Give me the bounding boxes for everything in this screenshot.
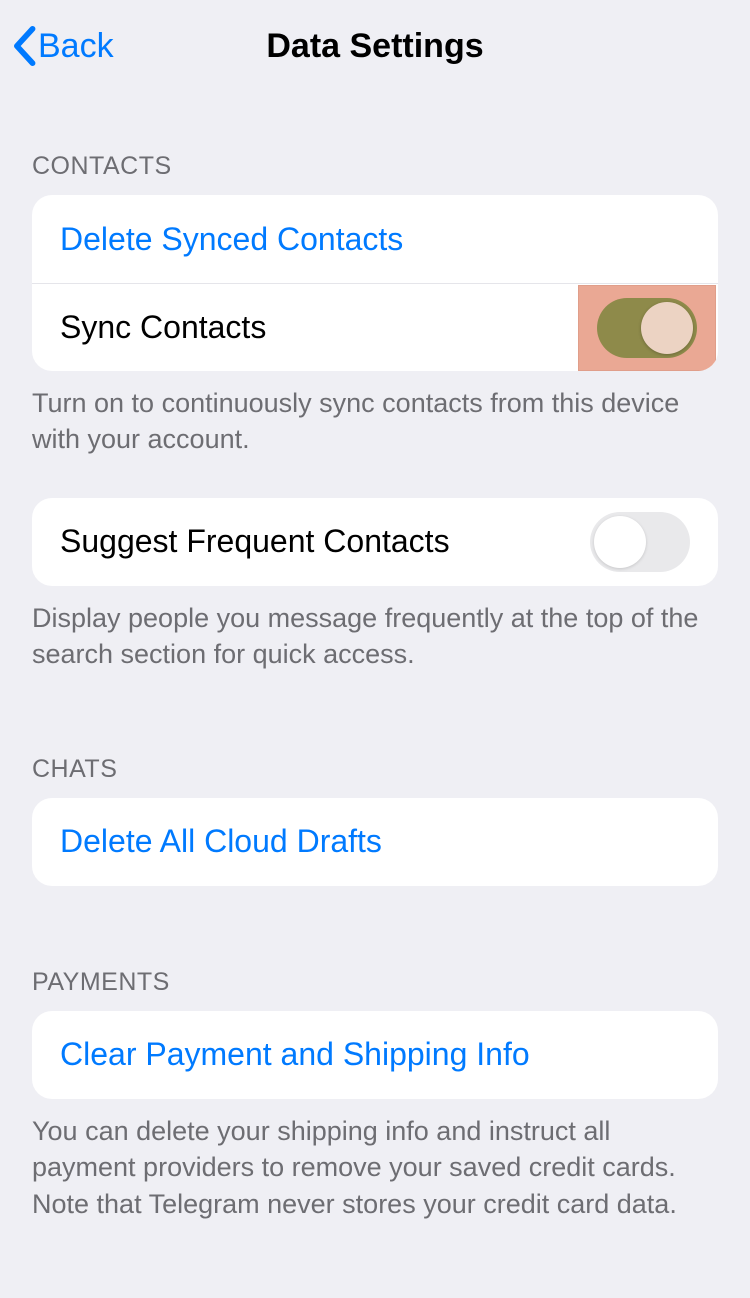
delete-cloud-drafts-cell[interactable]: Delete All Cloud Drafts — [32, 798, 718, 886]
toggle-knob — [594, 516, 646, 568]
sync-contacts-highlight — [578, 285, 716, 371]
suggest-frequent-label: Suggest Frequent Contacts — [60, 523, 450, 560]
delete-cloud-drafts-label: Delete All Cloud Drafts — [60, 823, 382, 860]
clear-payment-info-cell[interactable]: Clear Payment and Shipping Info — [32, 1011, 718, 1099]
sync-contacts-toggle[interactable] — [597, 298, 697, 358]
chats-group: Delete All Cloud Drafts — [32, 798, 718, 886]
suggest-frequent-footer: Display people you message frequently at… — [0, 586, 750, 673]
clear-payment-info-label: Clear Payment and Shipping Info — [60, 1036, 530, 1073]
contacts-group: Delete Synced Contacts Sync Contacts — [32, 195, 718, 371]
chevron-left-icon — [12, 26, 36, 66]
contacts-section-header: CONTACTS — [0, 92, 750, 195]
payments-group: Clear Payment and Shipping Info — [32, 1011, 718, 1099]
payments-section-header: PAYMENTS — [0, 886, 750, 1011]
suggest-frequent-toggle[interactable] — [590, 512, 690, 572]
delete-synced-contacts-label: Delete Synced Contacts — [60, 221, 403, 258]
back-label: Back — [38, 27, 114, 66]
delete-synced-contacts-cell[interactable]: Delete Synced Contacts — [32, 195, 718, 283]
suggest-group: Suggest Frequent Contacts — [32, 498, 718, 586]
back-button[interactable]: Back — [12, 0, 114, 92]
sync-contacts-cell: Sync Contacts — [32, 283, 718, 371]
suggest-frequent-cell: Suggest Frequent Contacts — [32, 498, 718, 586]
page-title: Data Settings — [266, 27, 483, 66]
chats-section-header: CHATS — [0, 673, 750, 798]
sync-contacts-footer: Turn on to continuously sync contacts fr… — [0, 371, 750, 458]
navbar: Back Data Settings — [0, 0, 750, 92]
payments-footer: You can delete your shipping info and in… — [0, 1099, 750, 1222]
toggle-knob — [641, 302, 693, 354]
sync-contacts-label: Sync Contacts — [60, 309, 266, 346]
